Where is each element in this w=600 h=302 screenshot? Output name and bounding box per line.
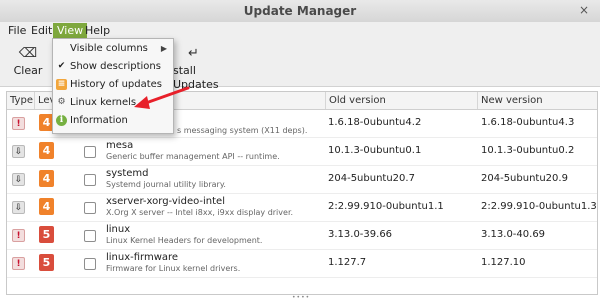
package-name: linux: [106, 224, 131, 235]
new-version: 10.1.3-0ubuntu0.2: [481, 145, 575, 156]
level-badge: 4: [39, 142, 54, 159]
download-update-icon: ⇩: [12, 173, 25, 186]
menu-item-label: Linux kernels: [70, 97, 137, 108]
package-description: s messaging system (X11 deps).: [177, 126, 308, 135]
new-version: 1.6.18-0ubuntu4.3: [481, 117, 575, 128]
info-icon: i: [56, 115, 67, 126]
menu-edit[interactable]: Edit: [27, 23, 56, 39]
old-version: 3.13.0-39.66: [328, 229, 393, 240]
package-description: X.Org X server -- Intel i8xx, i9xx displ…: [106, 208, 294, 217]
table-row[interactable]: ⇩ 4 mesa Generic buffer management API -…: [7, 138, 597, 166]
new-version: 1.127.10: [481, 257, 526, 268]
old-version: 1.6.18-0ubuntu4.2: [328, 117, 422, 128]
package-name: linux-firmware: [106, 252, 179, 263]
menu-item-visible-columns[interactable]: Visible columns ▶: [53, 40, 173, 58]
table-row[interactable]: ⇩ 4 systemd Systemd journal utility libr…: [7, 166, 597, 194]
window-title: Update Manager: [243, 4, 357, 18]
old-version: 2:2.99.910-0ubuntu1.1: [328, 201, 444, 212]
download-update-icon: ⇩: [12, 201, 25, 214]
package-description: Generic buffer management API -- runtime…: [106, 152, 280, 161]
enter-icon: ↵: [188, 46, 199, 61]
security-update-icon: !: [12, 229, 25, 242]
level-badge: 5: [39, 226, 54, 243]
column-type[interactable]: Type: [7, 92, 35, 109]
title-bar: Update Manager ×: [0, 0, 600, 23]
update-manager-window: Update Manager × File Edit View Help ⌫ C…: [0, 0, 600, 302]
table-row[interactable]: ! 5 linux Linux Kernel Headers for devel…: [7, 222, 597, 250]
table-row[interactable]: ! 5 linux-firmware Firmware for Linux ke…: [7, 250, 597, 278]
package-description: Firmware for Linux kernel drivers.: [106, 264, 241, 273]
menu-help[interactable]: Help: [81, 23, 114, 39]
table-row[interactable]: ⇩ 4 xserver-xorg-video-intel X.Org X ser…: [7, 194, 597, 222]
level-badge: 4: [39, 170, 54, 187]
download-update-icon: ⇩: [12, 145, 25, 158]
package-name: systemd: [106, 168, 149, 179]
menu-item-label: Visible columns: [70, 43, 148, 54]
clear-button-label: Clear: [13, 64, 43, 77]
new-version: 2:2.99.910-0ubuntu1.3: [481, 201, 597, 212]
install-updates-label: stall Updates: [173, 64, 219, 91]
package-name: mesa: [106, 140, 134, 151]
update-checkbox[interactable]: [84, 174, 96, 186]
column-old-version[interactable]: Old version: [325, 92, 478, 109]
menu-item-show-descriptions[interactable]: ✔ Show descriptions: [53, 58, 173, 76]
new-version: 204-5ubuntu20.9: [481, 173, 568, 184]
gear-icon: ⚙: [57, 97, 66, 107]
menu-item-history-of-updates[interactable]: ≡ History of updates: [53, 76, 173, 94]
history-icon: ≡: [56, 79, 67, 90]
new-version: 3.13.0-40.69: [481, 229, 546, 240]
level-badge: 5: [39, 254, 54, 271]
old-version: 10.1.3-0ubuntu0.1: [328, 145, 422, 156]
submenu-arrow-icon: ▶: [160, 44, 167, 53]
security-update-icon: !: [12, 257, 25, 270]
package-description: Systemd journal utility library.: [106, 180, 226, 189]
old-version: 1.127.7: [328, 257, 367, 268]
menu-item-label: Show descriptions: [70, 61, 161, 72]
update-checkbox[interactable]: [84, 146, 96, 158]
update-checkbox[interactable]: [84, 258, 96, 270]
resize-grip[interactable]: ••••: [292, 295, 309, 301]
view-menu-dropdown: Visible columns ▶ ✔ Show descriptions ≡ …: [52, 38, 174, 134]
package-description: Linux Kernel Headers for development.: [106, 236, 263, 245]
close-button[interactable]: ×: [577, 3, 591, 17]
old-version: 204-5ubuntu20.7: [328, 173, 415, 184]
clear-button[interactable]: ⌫ Clear: [10, 44, 46, 78]
install-updates-button[interactable]: ↵ stall Updates: [166, 44, 232, 91]
menu-item-information[interactable]: i Information: [53, 112, 173, 130]
level-badge: 4: [39, 198, 54, 215]
update-checkbox[interactable]: [84, 230, 96, 242]
backspace-icon: ⌫: [18, 46, 38, 61]
menu-item-linux-kernels[interactable]: ⚙ Linux kernels: [53, 94, 173, 112]
menu-item-label: Information: [70, 115, 128, 126]
menu-item-label: History of updates: [70, 79, 163, 90]
security-update-icon: !: [12, 117, 25, 130]
column-new-version[interactable]: New version: [478, 92, 597, 109]
package-name: xserver-xorg-video-intel: [106, 196, 225, 207]
update-checkbox[interactable]: [84, 202, 96, 214]
check-icon: ✔: [57, 61, 66, 71]
